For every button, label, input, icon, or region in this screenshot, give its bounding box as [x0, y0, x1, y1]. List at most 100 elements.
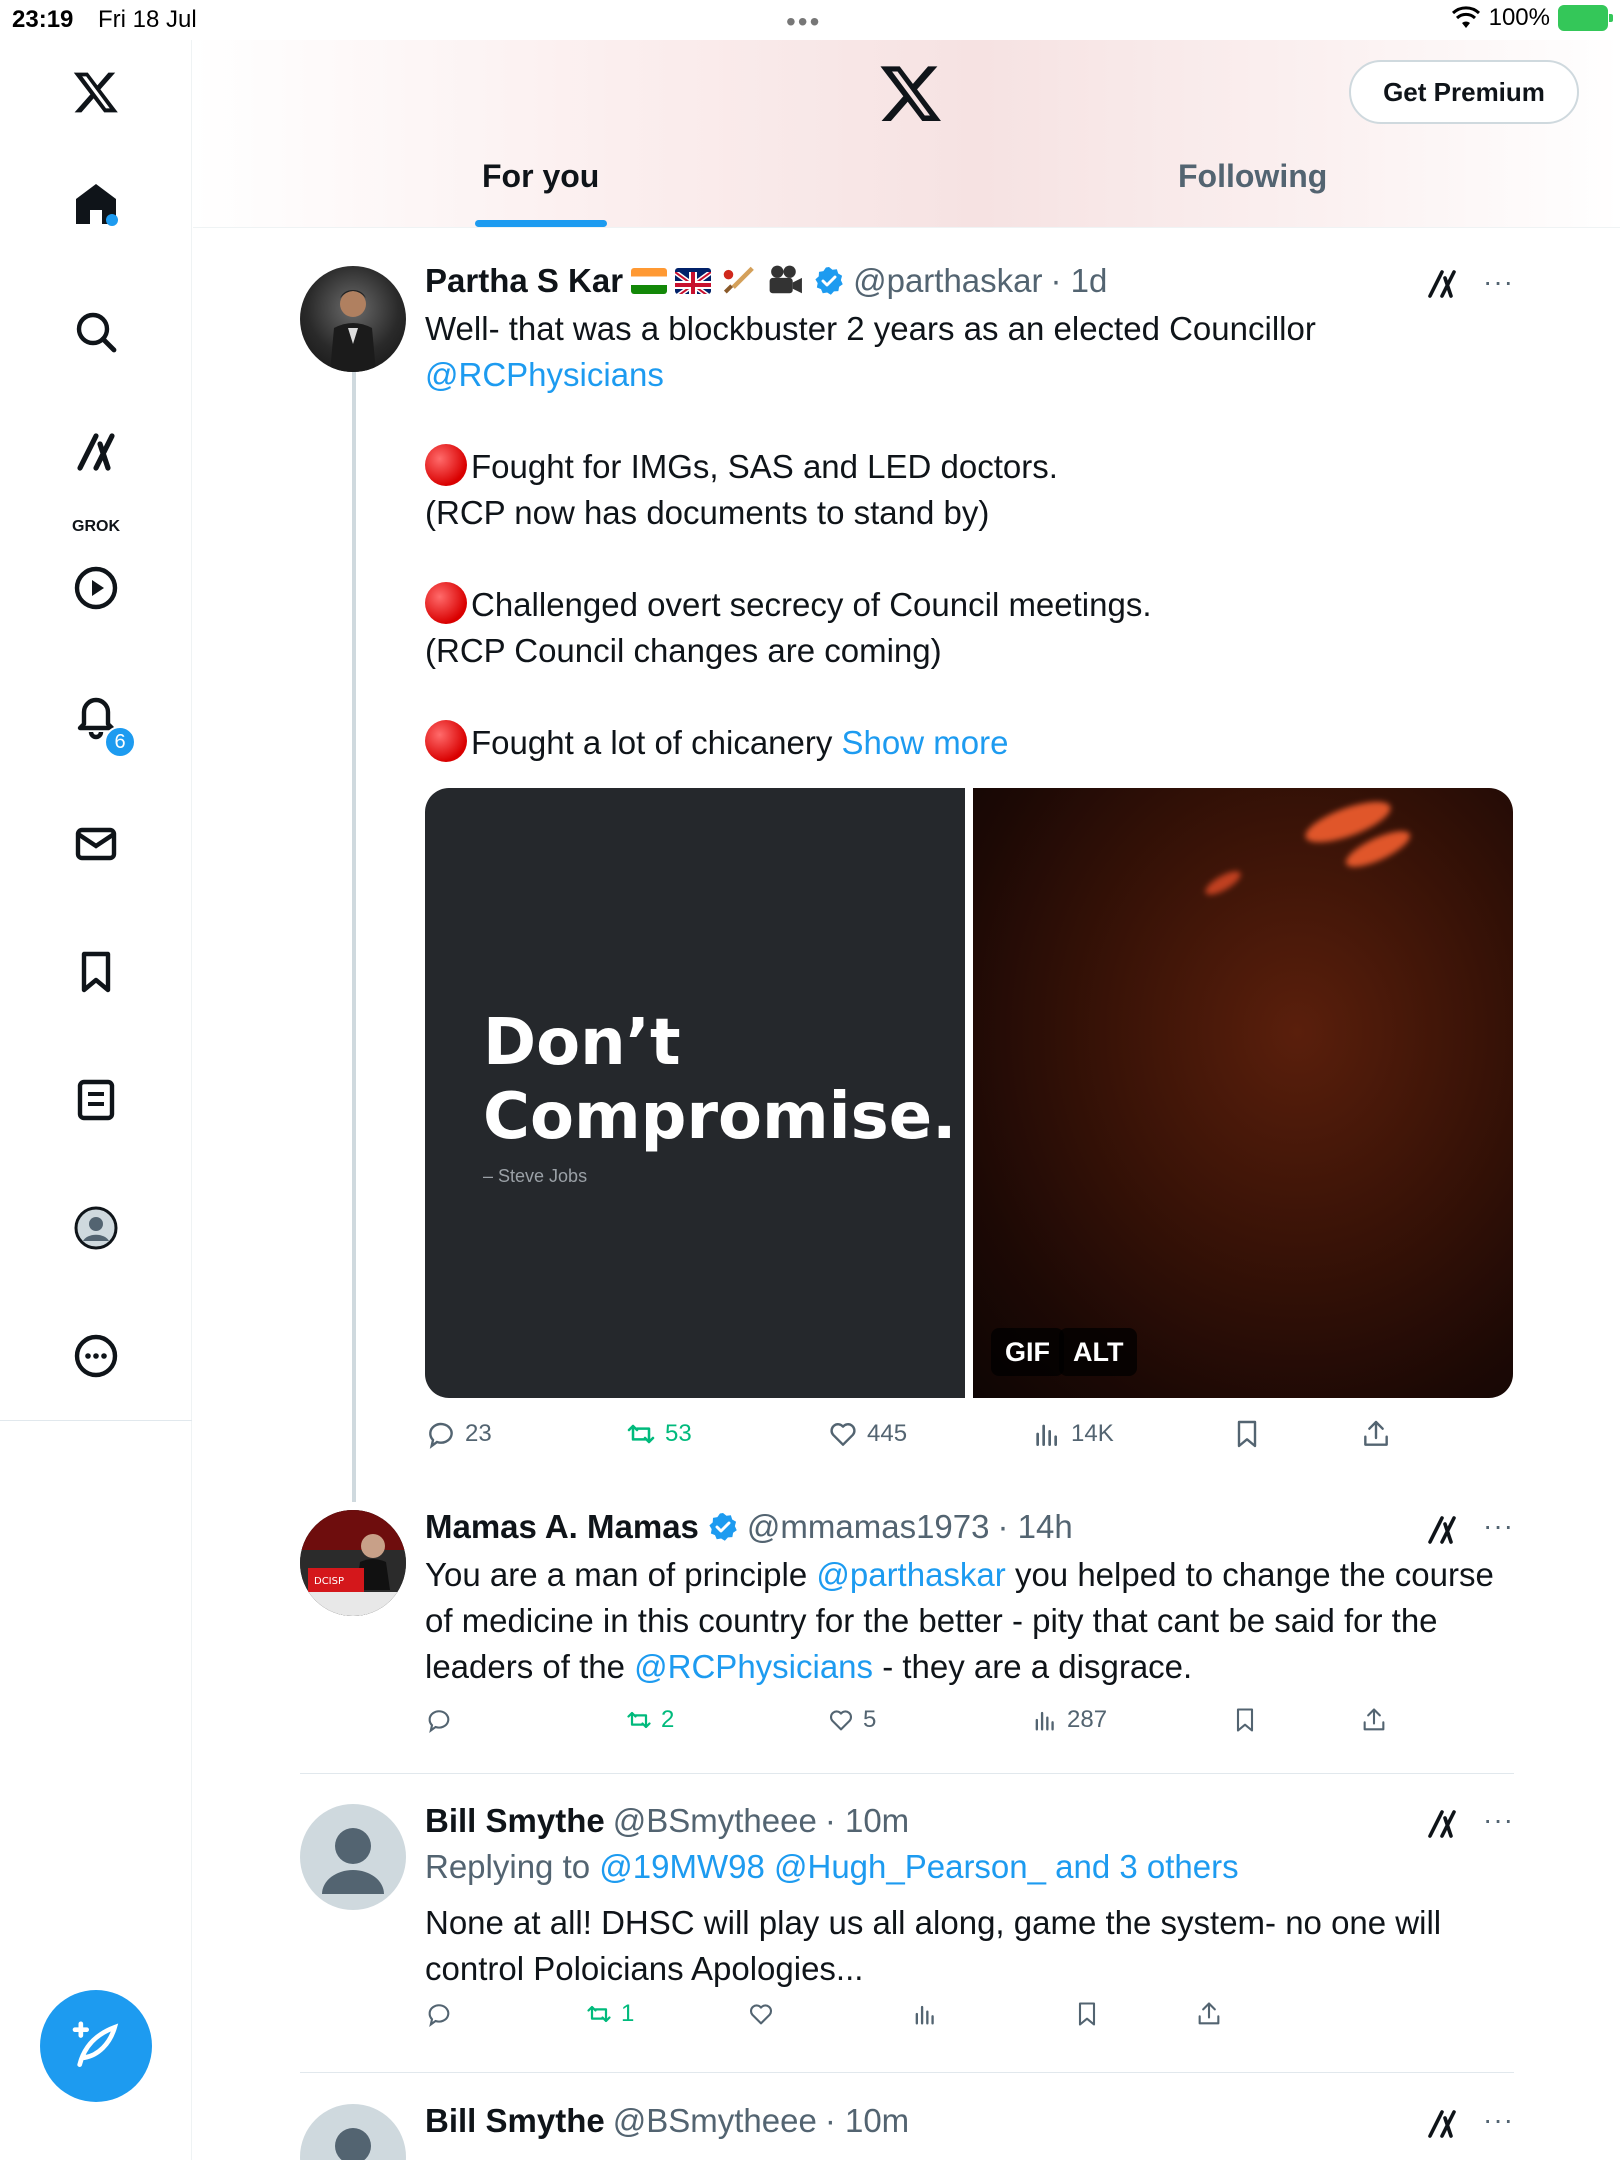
tweet-mamas[interactable]: DCISP ··· Mamas A. Mamas @mmamas1973 · 1… — [300, 1508, 1514, 1748]
share-button[interactable] — [1195, 2000, 1223, 2028]
verified-badge-icon — [709, 1513, 737, 1541]
replying-prefix: Replying to — [425, 1848, 600, 1885]
reply-icon — [428, 1710, 450, 1734]
x-logo-icon[interactable] — [66, 62, 126, 122]
gif-media[interactable]: GIF ALT — [973, 788, 1513, 1398]
author-name[interactable]: Partha S Kar — [425, 262, 623, 300]
multitasking-dots[interactable]: ••• — [786, 6, 821, 38]
author-name[interactable]: Bill Smythe — [425, 1802, 605, 1840]
tweet-time[interactable]: · 1d — [1051, 262, 1108, 300]
quote-image[interactable]: Don’t Compromise. – Steve Jobs — [425, 788, 965, 1398]
bookmark-button[interactable] — [1231, 1706, 1259, 1734]
avatar[interactable] — [300, 266, 406, 372]
like-button[interactable]: 5 — [827, 1706, 876, 1734]
tweet-line: (RCP Council changes are coming) — [425, 632, 942, 669]
tweet-actions: 1 — [425, 2000, 1514, 2036]
grok-label: GROK — [72, 518, 120, 535]
reply-button[interactable]: 23 — [425, 1418, 492, 1450]
share-icon — [1364, 1420, 1388, 1446]
alt-badge[interactable]: ALT — [1059, 1328, 1138, 1376]
retweet-button[interactable]: 53 — [625, 1418, 692, 1450]
tweet-time[interactable]: · 10m — [825, 1802, 909, 1840]
verified-badge-icon — [815, 267, 843, 295]
replying-to: Replying to @19MW98 @Hugh_Pearson_ and 3… — [425, 1844, 1514, 1890]
author-handle[interactable]: @mmamas1973 — [747, 1508, 990, 1546]
status-date: Fri 18 Jul — [98, 6, 197, 33]
author-name[interactable]: Bill Smythe — [425, 2102, 605, 2140]
messages-icon[interactable] — [66, 814, 126, 874]
bookmark-icon — [1078, 2002, 1096, 2026]
tweet-media[interactable]: Don’t Compromise. – Steve Jobs GIF ALT — [425, 788, 1513, 1398]
retweet-count: 53 — [665, 1420, 692, 1447]
show-more-link[interactable]: Show more — [842, 724, 1009, 761]
bookmark-icon — [1237, 1420, 1257, 1448]
notification-badge: 6 — [104, 726, 136, 758]
home-icon[interactable] — [66, 174, 126, 234]
author-name[interactable]: Mamas A. Mamas — [425, 1508, 699, 1546]
ember-shape — [1202, 866, 1244, 900]
svg-text:DCISP: DCISP — [314, 1576, 344, 1587]
view-count: 287 — [1067, 1706, 1108, 1733]
bookmarks-icon[interactable] — [66, 942, 126, 1002]
red-circle-icon — [425, 720, 467, 762]
views-button[interactable] — [911, 2000, 939, 2028]
heart-icon — [749, 2004, 773, 2025]
reply-button[interactable] — [425, 1706, 453, 1734]
lists-icon[interactable] — [66, 1070, 126, 1130]
tweet-line: (RCP now has documents to stand by) — [425, 494, 990, 531]
status-bar: 23:19 Fri 18 Jul ••• 100% — [0, 0, 1620, 40]
tweet-header: Mamas A. Mamas @mmamas1973 · 14h — [425, 1508, 1514, 1546]
bookmark-icon — [1236, 1708, 1254, 1732]
tweet-bill-2[interactable]: ··· Bill Smythe @BSmytheee · 10m — [300, 2102, 1514, 2160]
tweet-point-3: Fought a lot of chicanery Show more — [425, 720, 1514, 766]
reply-button[interactable] — [425, 2000, 453, 2028]
retweet-button[interactable]: 2 — [625, 1706, 674, 1734]
tweet-time[interactable]: · 14h — [998, 1508, 1073, 1546]
tweet-body: Partha S Kar @parthaskar · 1d Well- that… — [425, 262, 1514, 766]
author-handle[interactable]: @parthaskar — [853, 262, 1042, 300]
red-circle-icon — [425, 444, 467, 486]
tweet-point-1: Fought for IMGs, SAS and LED doctors. — [425, 444, 1514, 490]
replying-to-links[interactable]: @19MW98 @Hugh_Pearson_ and 3 others — [599, 1848, 1238, 1885]
author-handle[interactable]: @BSmytheee — [613, 1802, 817, 1840]
reply-icon — [428, 2004, 450, 2028]
tweet-time[interactable]: · 10m — [825, 2102, 909, 2140]
tweet-body: Bill Smythe @BSmytheee · 10m — [425, 2102, 1514, 2140]
retweet-button[interactable]: 1 — [585, 2000, 634, 2028]
profile-icon[interactable] — [66, 1198, 126, 1258]
tweet-body: Bill Smythe @BSmytheee · 10m Replying to… — [425, 1802, 1514, 1992]
x-header-logo-icon[interactable] — [878, 60, 944, 126]
tweet-bill-1[interactable]: ··· Bill Smythe @BSmytheee · 10m Replyin… — [300, 1802, 1514, 2042]
share-button[interactable] — [1360, 1706, 1388, 1734]
bookmark-button[interactable] — [1231, 1418, 1263, 1450]
cricket-bat-icon — [723, 266, 754, 294]
gif-badge[interactable]: GIF — [991, 1328, 1064, 1376]
search-icon[interactable] — [66, 302, 126, 362]
tab-for-you[interactable]: For you — [482, 158, 599, 195]
avatar[interactable]: DCISP — [300, 1510, 406, 1616]
avatar[interactable] — [300, 2104, 406, 2160]
views-button[interactable]: 287 — [1031, 1706, 1107, 1734]
retweet-count: 1 — [621, 2000, 635, 2027]
tab-following[interactable]: Following — [1178, 158, 1327, 195]
views-button[interactable]: 14K — [1031, 1418, 1114, 1450]
like-button[interactable] — [747, 2000, 775, 2028]
video-icon[interactable] — [66, 558, 126, 618]
more-options-icon[interactable] — [66, 1326, 126, 1386]
author-handle[interactable]: @BSmytheee — [613, 2102, 817, 2140]
compose-post-button[interactable] — [40, 1990, 152, 2102]
bookmark-button[interactable] — [1073, 2000, 1101, 2028]
mention-link[interactable]: @RCPhysicians — [425, 352, 1514, 398]
tweet-text-segment: You are a man of principle — [425, 1556, 817, 1593]
grok-icon[interactable] — [66, 422, 126, 482]
avatar[interactable] — [300, 1804, 406, 1910]
tweet-line: Challenged overt secrecy of Council meet… — [471, 586, 1152, 623]
mention-link[interactable]: @parthaskar — [816, 1556, 1005, 1593]
like-button[interactable]: 445 — [827, 1418, 907, 1450]
default-avatar-icon — [322, 1828, 384, 1894]
avatar-person-icon — [330, 290, 376, 372]
share-button[interactable] — [1360, 1418, 1392, 1450]
status-time: 23:19 — [12, 6, 74, 33]
mention-link[interactable]: @RCPhysicians — [634, 1648, 873, 1685]
get-premium-button[interactable]: Get Premium — [1349, 60, 1579, 124]
